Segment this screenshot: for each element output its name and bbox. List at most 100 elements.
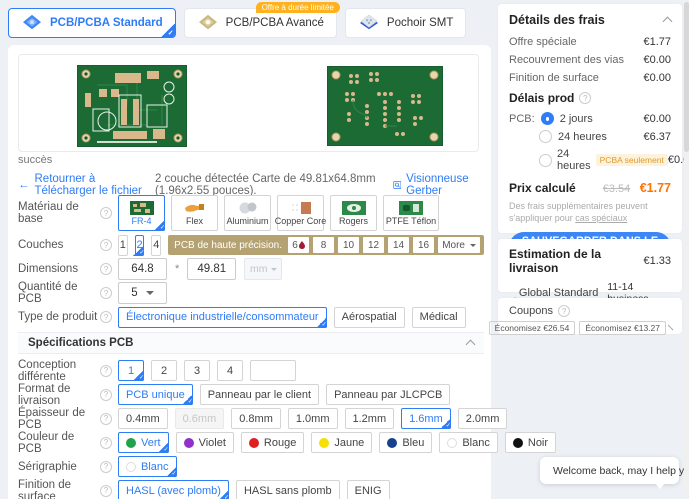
color-label: Vert bbox=[141, 437, 161, 449]
help-icon[interactable]: ? bbox=[100, 263, 112, 275]
thickness-option-2-0[interactable]: 2.0mm bbox=[458, 408, 508, 429]
radio-24-hours[interactable] bbox=[539, 130, 552, 143]
thickness-option-1-2[interactable]: 1.2mm bbox=[345, 408, 395, 429]
radio-2-days[interactable] bbox=[541, 112, 554, 125]
dimension-unit-select[interactable]: mm bbox=[244, 258, 282, 280]
color-dot-red bbox=[249, 438, 259, 448]
surface-finish-option-enig[interactable]: ENIG bbox=[347, 480, 390, 499]
color-option-violet[interactable]: Violet bbox=[176, 432, 234, 453]
page-scrollbar[interactable] bbox=[684, 0, 689, 499]
material-option-rogers[interactable]: Rogers bbox=[330, 195, 377, 231]
color-option-bleu[interactable]: Bleu bbox=[379, 432, 432, 453]
help-icon[interactable]: ? bbox=[100, 413, 112, 425]
fee-row: Finition de surface €0.00 bbox=[509, 72, 671, 84]
thickness-option-0-6[interactable]: 0.6mm bbox=[175, 408, 225, 429]
material-option-copper-core[interactable]: Copper Core bbox=[277, 195, 324, 231]
help-icon[interactable]: ? bbox=[100, 311, 112, 323]
dimension-width-input[interactable] bbox=[118, 258, 167, 280]
color-option-blanc[interactable]: Blanc bbox=[439, 432, 498, 453]
layers-more-dropdown[interactable]: More bbox=[438, 237, 480, 253]
layers-option-4[interactable]: 4 bbox=[151, 235, 161, 256]
layers-option-1[interactable]: 1 bbox=[118, 235, 128, 256]
design-count-option-1[interactable]: 1 bbox=[118, 360, 144, 381]
help-icon[interactable]: ? bbox=[558, 305, 570, 317]
pcb-standard-icon bbox=[21, 14, 43, 32]
product-type-option-industrial[interactable]: Électronique industrielle/consommateur bbox=[118, 307, 327, 328]
collapse-chevron-icon[interactable] bbox=[663, 17, 673, 27]
row-label: Dimensions bbox=[18, 263, 100, 275]
dimension-height-input[interactable] bbox=[187, 258, 236, 280]
layers-option-8[interactable]: 8 bbox=[313, 237, 334, 253]
delivery-format-option-panel-customer[interactable]: Panneau par le client bbox=[200, 384, 319, 405]
row-label: Sérigraphie bbox=[18, 461, 100, 473]
color-option-jaune[interactable]: Jaune bbox=[311, 432, 372, 453]
product-type-option-aerospace[interactable]: Aérospatial bbox=[334, 307, 405, 328]
delivery-format-option-panel-jlcpcb[interactable]: Panneau par JLCPCB bbox=[326, 384, 450, 405]
material-option-ptfe-teflon[interactable]: PTFE Téflon bbox=[383, 195, 439, 231]
thickness-option-1-0[interactable]: 1.0mm bbox=[288, 408, 338, 429]
pcb-specifications-section-header[interactable]: Spécifications PCB bbox=[18, 332, 484, 354]
thickness-option-0-4[interactable]: 0.4mm bbox=[118, 408, 168, 429]
material-label: Rogers bbox=[339, 216, 368, 226]
chevron-right-icon[interactable] bbox=[668, 324, 674, 330]
row-label: Conception différente bbox=[18, 359, 100, 383]
upload-status: succès bbox=[18, 154, 52, 166]
row-dimensions: Dimensions ? * mm bbox=[18, 258, 484, 280]
stencil-smt-icon bbox=[358, 14, 380, 32]
silkscreen-option-blanc[interactable]: Blanc bbox=[118, 456, 177, 477]
color-option-vert[interactable]: Vert bbox=[118, 432, 169, 453]
help-icon[interactable]: ? bbox=[100, 461, 112, 473]
help-icon[interactable]: ? bbox=[100, 239, 112, 251]
design-count-custom-input[interactable] bbox=[250, 360, 296, 381]
material-label: PTFE Téflon bbox=[386, 216, 436, 226]
flame-icon bbox=[299, 241, 305, 249]
tab-pcb-pcba-avance[interactable]: Offre à durée limitée PCB/PCBA Avancé bbox=[184, 8, 337, 38]
surface-finish-option-hasl-lead[interactable]: HASL (avec plomb) bbox=[118, 480, 229, 499]
help-icon[interactable]: ? bbox=[579, 92, 591, 104]
help-icon[interactable]: ? bbox=[100, 485, 112, 497]
thickness-option-0-8[interactable]: 0.8mm bbox=[231, 408, 281, 429]
product-type-option-medical[interactable]: Médical bbox=[412, 307, 466, 328]
help-icon[interactable]: ? bbox=[100, 207, 112, 219]
radio-24-hours-pcba[interactable] bbox=[539, 154, 552, 167]
design-count-option-4[interactable]: 4 bbox=[217, 360, 243, 381]
fee-label: Recouvrement des vias bbox=[509, 54, 624, 66]
tab-pcb-pcba-standard[interactable]: PCB/PCBA Standard bbox=[8, 8, 176, 38]
fee-value: €0.00 bbox=[643, 72, 671, 84]
coupon-chip[interactable]: Économisez €26.54 bbox=[489, 321, 576, 335]
material-option-flex[interactable]: Flex bbox=[171, 195, 218, 231]
material-option-aluminium[interactable]: Aluminium bbox=[224, 195, 271, 231]
help-icon[interactable]: ? bbox=[100, 365, 112, 377]
help-icon[interactable]: ? bbox=[100, 437, 112, 449]
delivery-format-option-single[interactable]: PCB unique bbox=[118, 384, 193, 405]
chevron-down-icon bbox=[271, 268, 277, 271]
surface-finish-option-hasl-leadfree[interactable]: HASL sans plomb bbox=[236, 480, 340, 499]
color-dot-green bbox=[126, 438, 136, 448]
color-option-rouge[interactable]: Rouge bbox=[241, 432, 304, 453]
chat-widget[interactable]: Welcome back, may I help you? bbox=[540, 457, 679, 484]
design-count-option-2[interactable]: 2 bbox=[151, 360, 177, 381]
layers-option-10[interactable]: 10 bbox=[338, 237, 359, 253]
chevron-up-icon bbox=[466, 340, 476, 350]
quantity-select[interactable]: 5 bbox=[118, 282, 167, 304]
layers-option-14[interactable]: 14 bbox=[388, 237, 409, 253]
help-icon[interactable]: ? bbox=[100, 287, 112, 299]
design-count-option-3[interactable]: 3 bbox=[184, 360, 210, 381]
material-option-fr4[interactable]: FR-4 bbox=[118, 195, 165, 231]
layers-option-6[interactable]: 6 bbox=[288, 237, 309, 253]
layers-option-16[interactable]: 16 bbox=[413, 237, 434, 253]
pcba-only-badge: PCBA seulement bbox=[596, 154, 668, 166]
special-cases-link[interactable]: cas spéciaux bbox=[575, 213, 627, 223]
thickness-option-1-6[interactable]: 1.6mm bbox=[401, 408, 451, 429]
aluminium-thumb-icon bbox=[236, 201, 260, 215]
scrollbar-thumb[interactable] bbox=[684, 2, 689, 152]
fee-value: €0.00 bbox=[643, 54, 671, 66]
pcb-options-form: Matériau de base ? FR-4 Flex Aluminium C… bbox=[18, 194, 484, 499]
layers-option-12[interactable]: 12 bbox=[363, 237, 384, 253]
color-option-noir[interactable]: Noir bbox=[505, 432, 556, 453]
layers-option-2[interactable]: 2 bbox=[135, 235, 145, 256]
help-icon[interactable]: ? bbox=[100, 389, 112, 401]
copper-thumb-icon bbox=[289, 201, 313, 215]
coupon-chip[interactable]: Économisez €13.27 bbox=[579, 321, 666, 335]
tab-pochoir-smt[interactable]: Pochoir SMT bbox=[345, 8, 466, 38]
